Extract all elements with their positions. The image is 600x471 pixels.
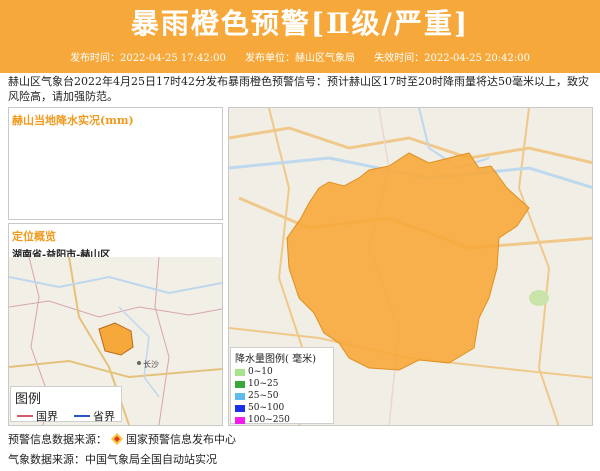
rain-legend-label: 25~50 bbox=[248, 391, 279, 401]
boundary-legend: 图例 国界 省界 bbox=[10, 386, 122, 424]
warning-description: 赫山区气象台2022年4月25日17时42分发布暴雨橙色预警信号：预计赫山区17… bbox=[8, 75, 589, 103]
rain-legend-swatch bbox=[235, 416, 245, 424]
rain-legend-item: 10~25 bbox=[231, 378, 333, 390]
rain-legend-swatch bbox=[235, 392, 245, 400]
location-panel-title: 定位概览 bbox=[12, 230, 56, 243]
expire-time: 失效时间：2022-04-25 20:42:00 bbox=[374, 53, 530, 64]
boundary-legend-title: 图例 bbox=[15, 392, 42, 407]
warning-center-logo-icon bbox=[110, 433, 123, 445]
boundary-legend-item: 省界 bbox=[74, 408, 115, 424]
boundary-legend-items: 国界 省界 bbox=[11, 408, 121, 424]
city-label: 长沙 bbox=[143, 359, 159, 369]
province-border-label: 省界 bbox=[93, 410, 115, 423]
rain-legend-item: 100~250 bbox=[231, 414, 333, 426]
national-border-label: 国界 bbox=[36, 410, 58, 423]
national-border-swatch bbox=[17, 415, 33, 417]
rain-legend: 降水量图例( 毫米) 0~10 10~25 25~50 50~100 100~2… bbox=[230, 347, 334, 426]
warning-meta: 发布时间：2022-04-25 17:42:00 发布单位：赫山区气象局 失效时… bbox=[0, 52, 600, 66]
warning-source-label: 预警信息数据来源： bbox=[8, 433, 107, 446]
warning-title: 暴雨橙色预警[Ⅱ级/严重] bbox=[130, 7, 470, 40]
warning-source-name[interactable]: 国家预警信息发布中心 bbox=[126, 433, 236, 446]
rain-legend-label: 0~10 bbox=[248, 367, 273, 377]
rain-legend-label: 100~250 bbox=[248, 415, 290, 425]
warning-header: 暴雨橙色预警[Ⅱ级/严重] 发布时间：2022-04-25 17:42:00 发… bbox=[0, 0, 600, 73]
publisher: 发布单位：赫山区气象局 bbox=[245, 53, 355, 64]
rain-legend-title: 降水量图例( 毫米) bbox=[235, 354, 316, 365]
rain-legend-swatch bbox=[235, 404, 245, 412]
rain-legend-item: 0~10 bbox=[231, 366, 333, 378]
rain-legend-swatch bbox=[235, 380, 245, 388]
province-border-swatch bbox=[74, 415, 90, 417]
warning-source: 预警信息数据来源： 国家预警信息发布中心 bbox=[8, 432, 236, 447]
rain-panel-title: 赫山当地降水实况(mm) bbox=[12, 114, 134, 127]
rain-legend-label: 10~25 bbox=[248, 379, 279, 389]
rain-legend-item: 25~50 bbox=[231, 390, 333, 402]
rain-legend-item: 50~100 bbox=[231, 402, 333, 414]
publish-time: 发布时间：2022-04-25 17:42:00 bbox=[70, 53, 226, 64]
boundary-legend-item: 国界 bbox=[17, 408, 58, 424]
rain-legend-label: 50~100 bbox=[248, 403, 285, 413]
rain-legend-swatch bbox=[235, 368, 245, 376]
weather-data-source: 气象数据来源：中国气象局全国自动站实况 bbox=[8, 453, 217, 466]
rain-panel: 赫山当地降水实况(mm) bbox=[8, 107, 223, 220]
